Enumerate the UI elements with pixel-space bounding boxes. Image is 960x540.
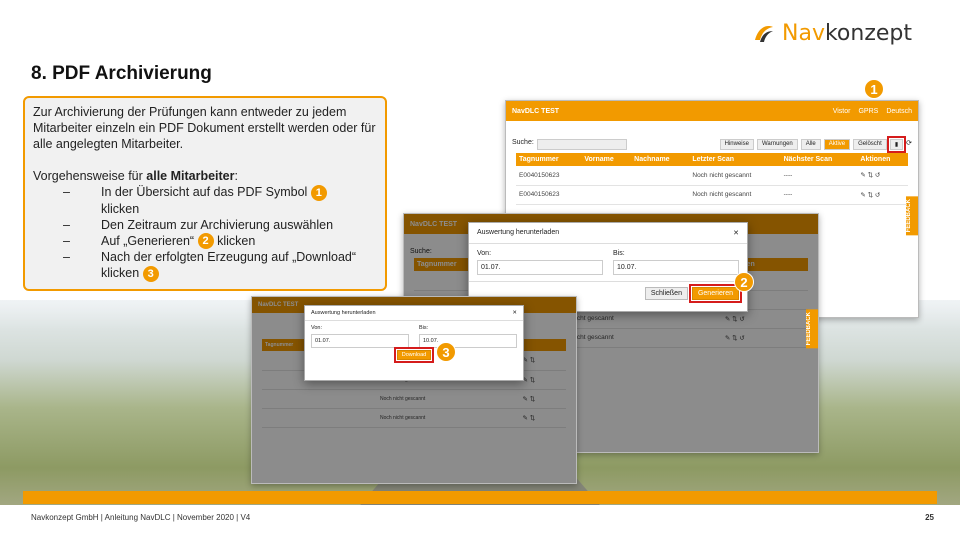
col-aktionen: Aktionen xyxy=(857,153,908,166)
filter-aktive[interactable]: Aktive xyxy=(823,139,851,150)
row-actions[interactable]: ✎ ⇅ ↺ xyxy=(857,166,908,186)
feedback-tab[interactable]: FEEDBACK xyxy=(906,196,918,236)
generate-button[interactable]: Generieren xyxy=(688,284,743,303)
page-title: 8. PDF Archivierung xyxy=(31,63,212,84)
to-date-field[interactable]: 10.07. xyxy=(419,334,517,348)
app-header: NavDLC TEST Vistor GPRS Deutsch xyxy=(506,101,918,121)
callout-2: 2 xyxy=(734,272,754,292)
instruction-box: Zur Archivierung der Prüfungen kann entw… xyxy=(23,96,387,291)
col-tagnummer[interactable]: Tagnummer xyxy=(516,153,582,166)
intro-text: Zur Archivierung der Prüfungen kann entw… xyxy=(33,105,376,151)
gprs-select[interactable]: GPRS xyxy=(858,108,878,115)
filter-alle[interactable]: Alle xyxy=(800,139,821,150)
download-modal: Auswertung herunterladen ✕ Von: 01.07. Bis… xyxy=(304,305,524,381)
logo-text-konzept: konzept xyxy=(824,21,913,46)
step-4: Nach der erfolgten Erzeugung auf „Downlo… xyxy=(43,249,377,283)
user-menu[interactable]: Vistor xyxy=(833,108,851,115)
table-row: E0040150623 Noch nicht gescannt ---- ✎ ⇅… xyxy=(516,166,908,186)
step-1: In der Übersicht auf das PDF Symbol 1kli… xyxy=(43,184,377,217)
callout-3: 3 xyxy=(436,342,456,362)
footer: Navkonzept GmbH | Anleitung NavDLC | Nov… xyxy=(0,505,960,540)
col-letzter-scan[interactable]: Letzter Scan xyxy=(689,153,781,166)
navkonzept-logo: Nav konzept xyxy=(752,21,912,46)
employee-table: Tagnummer Vorname Nachname Letzter Scan … xyxy=(516,153,908,205)
feedback-tab[interactable]: FEEDBACK xyxy=(806,309,818,349)
page-number: 25 xyxy=(925,513,934,522)
footer-bar xyxy=(23,491,937,504)
step-3: Auf „Generieren“ 2 klicken xyxy=(43,233,377,250)
download-button[interactable]: Download xyxy=(393,347,435,363)
col-vorname[interactable]: Vorname xyxy=(581,153,632,166)
row-actions[interactable]: ✎ ⇅ ↺ xyxy=(857,185,908,205)
toolbar: Suche: Hinweise Warnungen Alle Aktive Ge… xyxy=(512,136,912,153)
callout-1: 1 xyxy=(864,79,884,99)
step-list: In der Übersicht auf das PDF Symbol 1kli… xyxy=(43,184,377,283)
footer-text: Navkonzept GmbH | Anleitung NavDLC | Nov… xyxy=(31,513,251,522)
step-badge-1: 1 xyxy=(310,184,327,201)
step-badge-3: 3 xyxy=(142,266,159,283)
search-input[interactable] xyxy=(536,139,627,150)
refresh-icon[interactable]: ⟳ xyxy=(906,139,912,150)
from-date-field[interactable]: 01.07. xyxy=(311,334,409,348)
close-icon[interactable]: ✕ xyxy=(512,310,517,316)
pdf-icon[interactable]: ▮ xyxy=(886,136,907,153)
step-2: Den Zeitraum zur Archivierung auswählen xyxy=(43,217,377,233)
screenshot-modal-download: NavDLC TEST TagnummerLetzter Scan Noch n… xyxy=(251,296,577,484)
close-button[interactable]: Schließen xyxy=(644,287,688,300)
col-nachname[interactable]: Nachname xyxy=(631,153,690,166)
table-row: E0040150623 Noch nicht gescannt ---- ✎ ⇅… xyxy=(516,185,908,205)
filter-warnungen[interactable]: Warnungen xyxy=(756,139,798,150)
logo-text-nav: Nav xyxy=(782,21,825,46)
to-date-field[interactable]: 10.07. xyxy=(613,260,739,275)
from-date-field[interactable]: 01.07. xyxy=(477,260,603,275)
step-badge-2: 2 xyxy=(197,233,214,250)
close-icon[interactable]: ✕ xyxy=(733,229,739,237)
logo-icon xyxy=(755,25,773,42)
col-naechster-scan[interactable]: Nächster Scan xyxy=(780,153,858,166)
filter-hinweise[interactable]: Hinweise xyxy=(719,139,754,150)
procedure-heading: Vorgehensweise für alle Mitarbeiter: xyxy=(33,169,238,183)
filter-geloescht[interactable]: Gelöscht xyxy=(853,139,887,150)
language-select[interactable]: Deutsch xyxy=(886,108,912,115)
